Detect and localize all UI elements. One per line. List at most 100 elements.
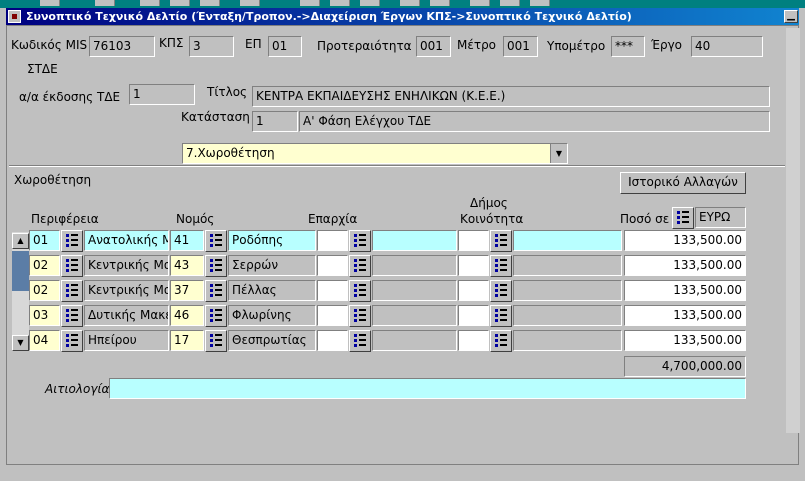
- chevron-down-icon[interactable]: ▼: [550, 144, 567, 163]
- province-name-field[interactable]: [372, 230, 457, 251]
- region-lov-button[interactable]: [61, 255, 83, 277]
- toolbar-button[interactable]: [530, 0, 550, 6]
- municipality-name-field[interactable]: [513, 230, 622, 251]
- municipality-code-field[interactable]: [458, 230, 489, 251]
- municipality-lov-button[interactable]: [490, 280, 512, 302]
- rows-scrollbar[interactable]: [12, 232, 29, 350]
- status-code-field[interactable]: 1: [252, 111, 298, 132]
- region-name-field[interactable]: Κεντρικής Μα: [84, 255, 169, 276]
- prefecture-lov-button[interactable]: [205, 230, 227, 252]
- province-name-field[interactable]: [372, 305, 457, 326]
- region-code-field[interactable]: 04: [29, 330, 60, 351]
- toolbar-button[interactable]: [40, 0, 60, 6]
- province-lov-button[interactable]: [349, 305, 371, 327]
- prefecture-lov-button[interactable]: [205, 305, 227, 327]
- toolbar-button[interactable]: [360, 0, 380, 6]
- region-code-field[interactable]: 01: [29, 230, 60, 251]
- municipality-name-field[interactable]: [513, 280, 622, 301]
- title-field[interactable]: ΚΕΝΤΡΑ ΕΚΠΑΙΔΕΥΣΗΣ ΕΝΗΛΙΚΩΝ (Κ.Ε.Ε.): [252, 86, 770, 107]
- province-lov-button[interactable]: [349, 255, 371, 277]
- submetro-field[interactable]: ***: [611, 36, 645, 57]
- municipality-code-field[interactable]: [458, 330, 489, 351]
- status-text-field[interactable]: Α' Φάση Ελέγχου ΤΔΕ: [299, 111, 770, 132]
- priority-field[interactable]: 001: [416, 36, 451, 57]
- prefecture-name-field[interactable]: Φλωρίνης: [228, 305, 316, 326]
- currency-lov-button[interactable]: [672, 207, 694, 229]
- toolbar-button[interactable]: [140, 0, 160, 6]
- province-lov-button[interactable]: [349, 330, 371, 352]
- municipality-lov-button[interactable]: [490, 255, 512, 277]
- page-select[interactable]: 7.Χωροθέτηση ▼: [182, 143, 568, 164]
- issue-field[interactable]: 1: [129, 84, 195, 105]
- toolbar-button[interactable]: [95, 0, 115, 6]
- amount-field[interactable]: 133,500.00: [624, 330, 746, 351]
- prefecture-lov-button[interactable]: [205, 330, 227, 352]
- province-code-field[interactable]: [317, 230, 348, 251]
- ergo-field[interactable]: 40: [691, 36, 763, 57]
- province-code-field[interactable]: [317, 280, 348, 301]
- municipality-code-field[interactable]: [458, 255, 489, 276]
- prefecture-lov-button[interactable]: [205, 255, 227, 277]
- scroll-down-button[interactable]: ▼: [12, 335, 29, 351]
- municipality-name-field[interactable]: [513, 330, 622, 351]
- prefecture-name-field[interactable]: Πέλλας: [228, 280, 316, 301]
- province-name-field[interactable]: [372, 255, 457, 276]
- region-code-field[interactable]: 02: [29, 255, 60, 276]
- ep-field[interactable]: 01: [268, 36, 302, 57]
- region-lov-button[interactable]: [61, 330, 83, 352]
- municipality-code-field[interactable]: [458, 305, 489, 326]
- region-code-field[interactable]: 03: [29, 305, 60, 326]
- toolbar-button[interactable]: [200, 0, 220, 6]
- region-code-field[interactable]: 02: [29, 280, 60, 301]
- toolbar-button[interactable]: [500, 0, 520, 6]
- toolbar-button[interactable]: [170, 0, 190, 6]
- toolbar-button[interactable]: [240, 0, 260, 6]
- mis-field[interactable]: 76103: [89, 36, 155, 57]
- currency-field[interactable]: ΕΥΡΩ: [695, 207, 746, 228]
- region-lov-button[interactable]: [61, 305, 83, 327]
- province-name-field[interactable]: [372, 330, 457, 351]
- toolbar-button[interactable]: [300, 0, 320, 6]
- amount-field[interactable]: 133,500.00: [624, 230, 746, 251]
- amount-field[interactable]: 133,500.00: [624, 280, 746, 301]
- prefecture-name-field[interactable]: Θεσπρωτίας: [228, 330, 316, 351]
- province-lov-button[interactable]: [349, 230, 371, 252]
- region-name-field[interactable]: Κεντρικής Μα: [84, 280, 169, 301]
- province-lov-button[interactable]: [349, 280, 371, 302]
- region-name-field[interactable]: Δυτικής Μακε: [84, 305, 169, 326]
- kps-field[interactable]: 3: [189, 36, 234, 57]
- prefecture-code-field[interactable]: 17: [170, 330, 204, 351]
- municipality-name-field[interactable]: [513, 305, 622, 326]
- metro-field[interactable]: 001: [503, 36, 538, 57]
- municipality-name-field[interactable]: [513, 255, 622, 276]
- minimize-button[interactable]: ▁: [784, 10, 798, 23]
- amount-field[interactable]: 133,500.00: [624, 305, 746, 326]
- prefecture-code-field[interactable]: 46: [170, 305, 204, 326]
- form-vertical-scrollbar[interactable]: [786, 28, 800, 433]
- scroll-up-button[interactable]: ▲: [12, 233, 29, 249]
- toolbar-button[interactable]: [470, 0, 490, 6]
- scroll-thumb[interactable]: [12, 251, 29, 291]
- prefecture-code-field[interactable]: 37: [170, 280, 204, 301]
- prefecture-lov-button[interactable]: [205, 280, 227, 302]
- region-name-field[interactable]: Ηπείρου: [84, 330, 169, 351]
- region-lov-button[interactable]: [61, 230, 83, 252]
- province-code-field[interactable]: [317, 305, 348, 326]
- justification-field[interactable]: [109, 378, 746, 399]
- region-name-field[interactable]: Ανατολικής Μ: [84, 230, 169, 251]
- toolbar-button[interactable]: [400, 0, 420, 6]
- municipality-lov-button[interactable]: [490, 305, 512, 327]
- toolbar-button[interactable]: [430, 0, 450, 6]
- toolbar-button[interactable]: [330, 0, 350, 6]
- region-lov-button[interactable]: [61, 280, 83, 302]
- province-code-field[interactable]: [317, 330, 348, 351]
- history-button[interactable]: Ιστορικό Αλλαγών: [620, 172, 746, 194]
- prefecture-code-field[interactable]: 41: [170, 230, 204, 251]
- prefecture-code-field[interactable]: 43: [170, 255, 204, 276]
- municipality-code-field[interactable]: [458, 280, 489, 301]
- province-code-field[interactable]: [317, 255, 348, 276]
- prefecture-name-field[interactable]: Ροδόπης: [228, 230, 316, 251]
- municipality-lov-button[interactable]: [490, 230, 512, 252]
- province-name-field[interactable]: [372, 280, 457, 301]
- prefecture-name-field[interactable]: Σερρών: [228, 255, 316, 276]
